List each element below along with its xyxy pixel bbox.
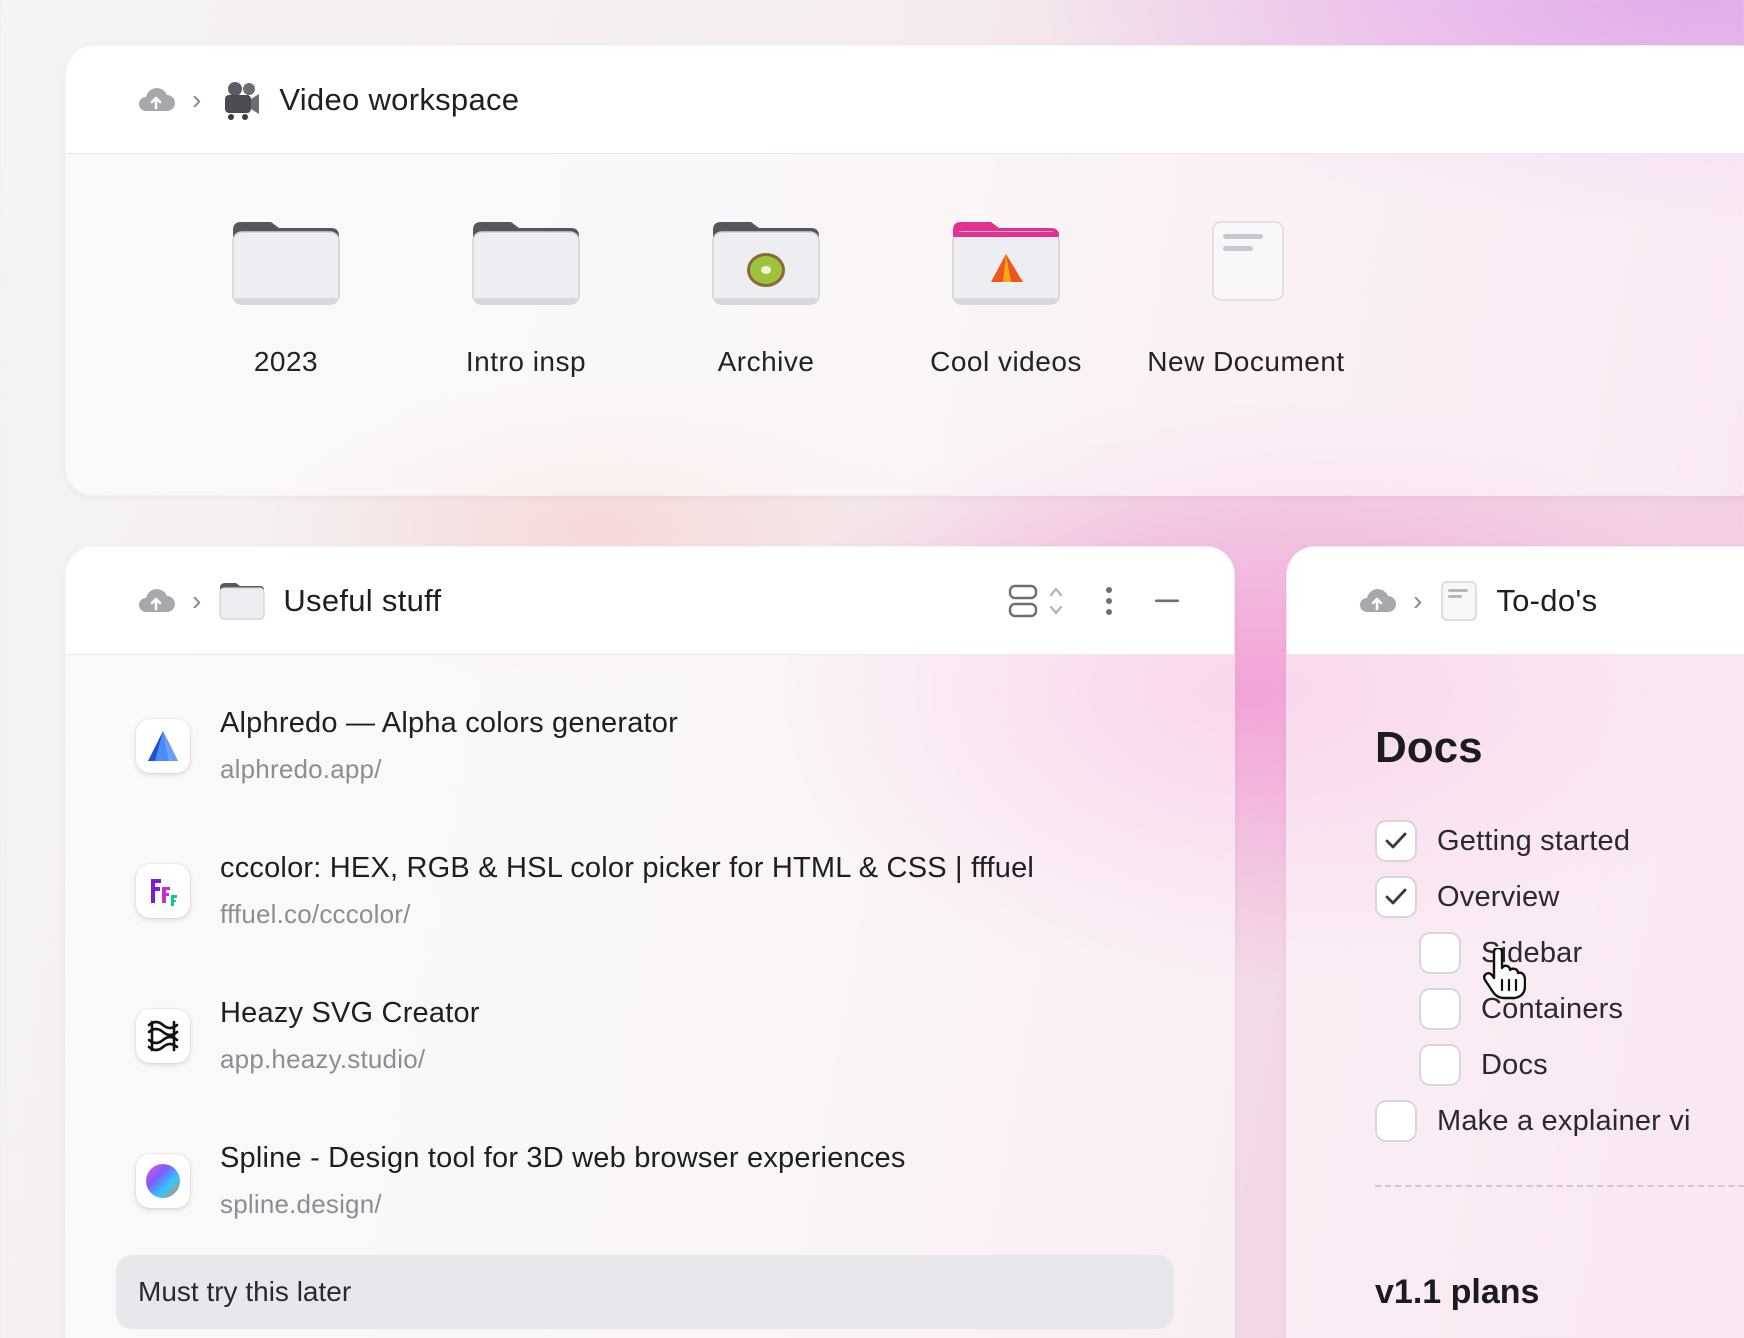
checkmark-icon [1385, 832, 1407, 849]
todo-item: Docs [1375, 1037, 1744, 1093]
folder-tent-icon [952, 222, 1060, 305]
view-toggle-icon[interactable] [1008, 584, 1064, 618]
todo-body: Docs Getting started Overview Sidebar Co… [1287, 655, 1744, 1312]
breadcrumb-title: Useful stuff [283, 582, 442, 618]
link-list: Alphredo — Alpha colors generator alphre… [66, 655, 1234, 1281]
minimize-icon[interactable] [1154, 598, 1180, 604]
link-url: fffuel.co/cccolor/ [220, 899, 411, 929]
link-url: alphredo.app/ [220, 754, 382, 784]
link-text: Heazy SVG Creator app.heazy.studio/ [220, 991, 480, 1075]
cloud-upload-icon[interactable] [136, 588, 176, 614]
folder-label: Archive [717, 346, 815, 377]
header-tools [1008, 547, 1180, 655]
checkmark-icon [1385, 888, 1407, 905]
todo-label: Getting started [1437, 824, 1631, 857]
folder-label: 2023 [253, 346, 319, 377]
document-icon [1212, 221, 1284, 301]
todo-label: Make a explainer vi [1437, 1104, 1691, 1137]
link-item[interactable]: Heazy SVG Creator app.heazy.studio/ [136, 991, 1234, 1136]
panel-header: › Useful stuff [66, 547, 1234, 655]
more-options-icon[interactable] [1104, 586, 1114, 616]
folder-label: New Document [1147, 346, 1345, 377]
breadcrumb-title: Video workspace [279, 81, 520, 117]
divider [1375, 1185, 1744, 1187]
fffuel-icon [136, 864, 190, 918]
chevron-right-icon: › [1413, 584, 1423, 616]
todo-list: Getting started Overview Sidebar Contain… [1375, 813, 1744, 1149]
todo-heading: Docs [1375, 723, 1483, 772]
link-text: Spline - Design tool for 3D web browser … [220, 1136, 906, 1220]
folder-icon [232, 222, 340, 305]
folder-label: Cool videos [930, 346, 1082, 377]
link-item[interactable]: cccolor: HEX, RGB & HSL color picker for… [136, 846, 1234, 991]
link-item[interactable]: Alphredo — Alpha colors generator alphre… [136, 701, 1234, 846]
link-text: Alphredo — Alpha colors generator alphre… [220, 701, 678, 785]
folder-label: Intro insp [465, 346, 587, 377]
checkbox-checked[interactable] [1375, 820, 1417, 862]
todo-item: Make a explainer vi [1375, 1093, 1744, 1149]
link-text: cccolor: HEX, RGB & HSL color picker for… [220, 846, 1034, 930]
todo-item: Sidebar [1375, 925, 1744, 981]
checkbox[interactable] [1375, 1100, 1417, 1142]
link-title: Heazy SVG Creator [220, 997, 480, 1029]
link-url: spline.design/ [220, 1189, 382, 1219]
document-icon [1441, 580, 1478, 621]
alphredo-icon [136, 719, 190, 773]
link-title: Spline - Design tool for 3D web browser … [220, 1142, 906, 1174]
film-camera-icon [225, 81, 260, 120]
todo-label: Docs [1481, 1048, 1548, 1081]
todo-heading-2: v1.1 plans [1375, 1273, 1540, 1311]
folder-kiwi-icon [712, 222, 820, 305]
checkbox-checked[interactable] [1375, 876, 1417, 918]
heazy-icon [136, 1009, 190, 1063]
todo-label: Overview [1437, 880, 1560, 913]
note-item[interactable]: Must try this later [116, 1255, 1174, 1329]
todo-item: Overview [1375, 869, 1744, 925]
chevron-right-icon: › [192, 83, 202, 115]
link-title: cccolor: HEX, RGB & HSL color picker for… [220, 852, 1035, 884]
link-title: Alphredo — Alpha colors generator [220, 707, 678, 739]
spline-icon [136, 1154, 190, 1208]
folder-icon [472, 222, 580, 305]
checkbox[interactable] [1419, 988, 1461, 1030]
folder-grid: 2023 Intro insp Archive Cool videos New … [66, 154, 1744, 378]
bookmarks-panel: › Useful stuff Alphredo — Alpha colors g… [66, 547, 1234, 1338]
cloud-upload-icon[interactable] [136, 87, 176, 113]
link-url: app.heazy.studio/ [220, 1044, 426, 1074]
cloud-upload-icon[interactable] [1357, 588, 1397, 614]
folder-icon [219, 582, 265, 620]
panel-header: › Video workspace [66, 46, 1744, 154]
checkbox[interactable] [1419, 1044, 1461, 1086]
todo-panel: › To-do's Docs Getting started Overview [1287, 547, 1744, 1338]
todo-item: Containers [1375, 981, 1744, 1037]
todo-item: Getting started [1375, 813, 1744, 869]
document-new[interactable]: New Document [1096, 220, 1396, 378]
workspace-panel: › Video workspace 2023 Intro insp Archiv… [66, 46, 1744, 495]
chevron-right-icon: › [192, 584, 202, 616]
breadcrumb-title: To-do's [1496, 582, 1598, 618]
hand-cursor-icon [1483, 948, 1526, 1000]
panel-header: › To-do's [1287, 547, 1744, 655]
checkbox[interactable] [1419, 932, 1461, 974]
